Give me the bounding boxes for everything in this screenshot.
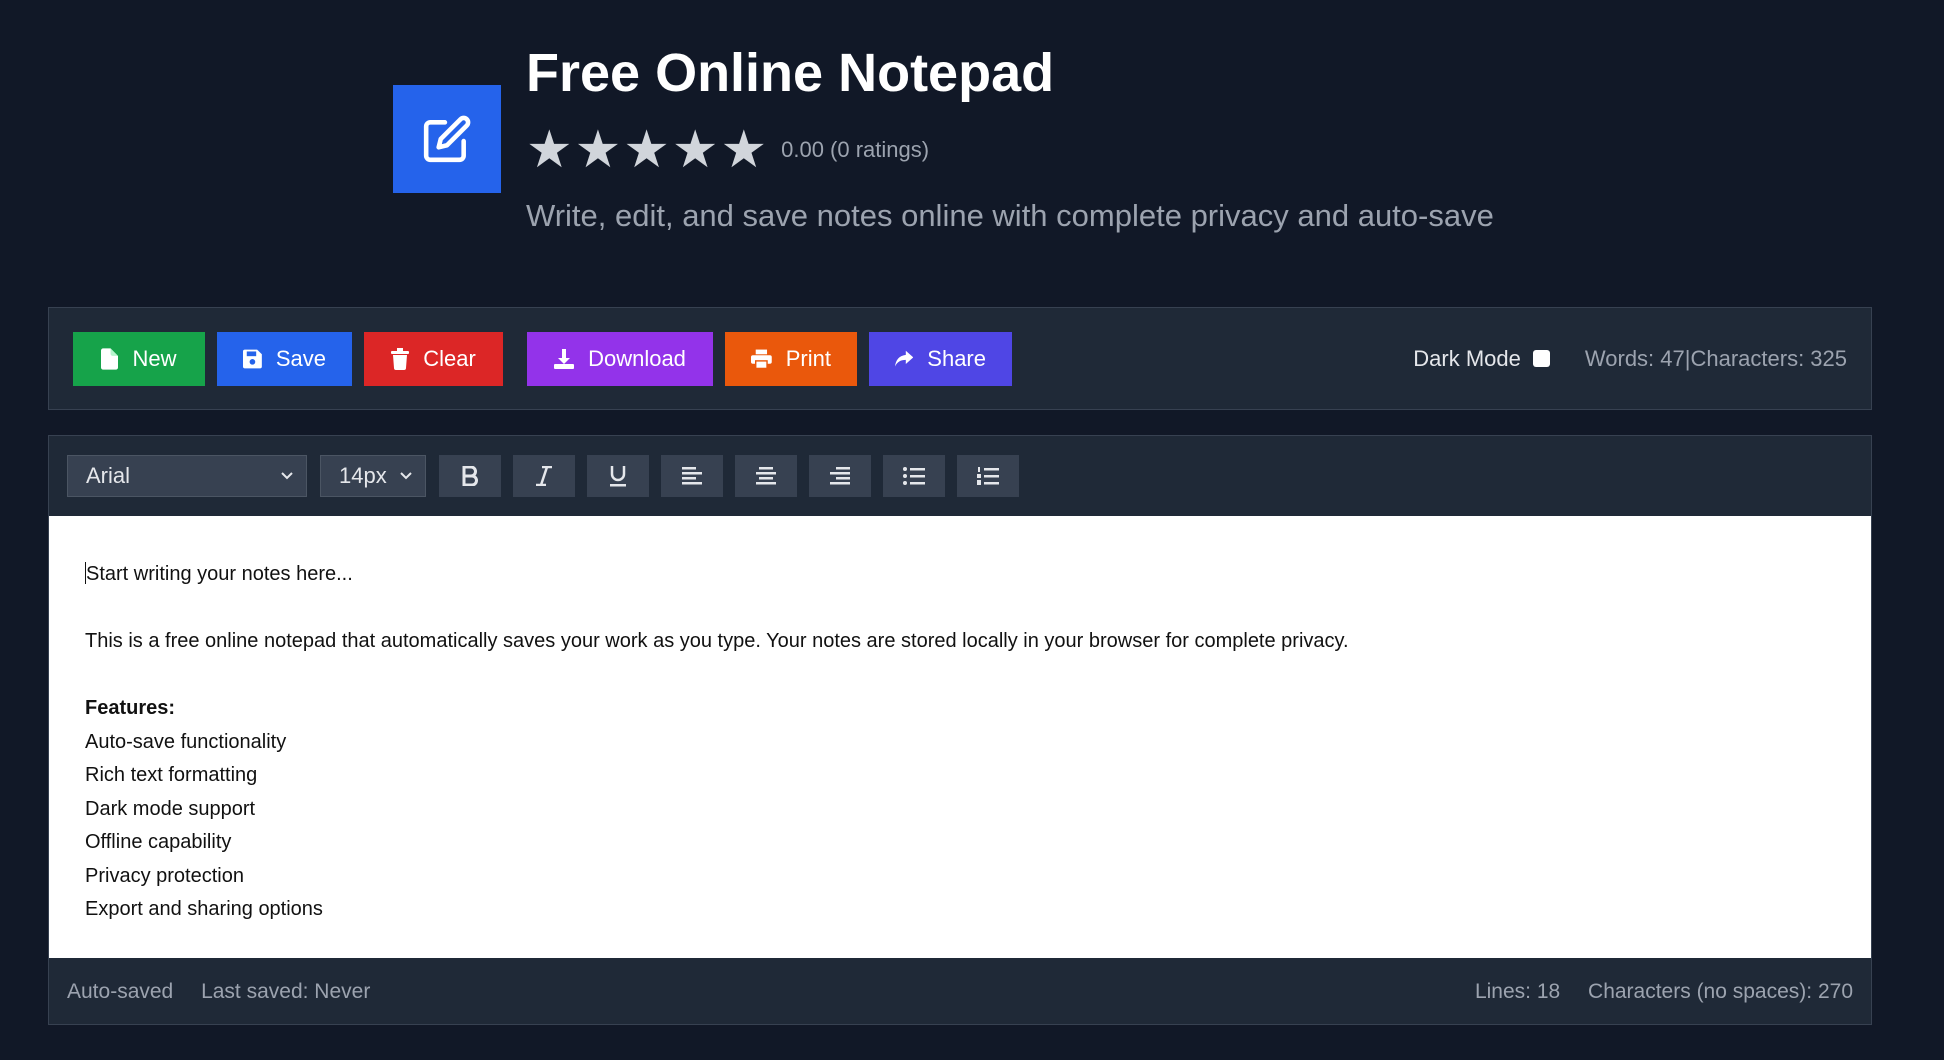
download-icon bbox=[554, 348, 575, 369]
star-icon[interactable]: ★ bbox=[526, 124, 573, 176]
rating: ★ ★ ★ ★ ★ 0.00 (0 ratings) bbox=[526, 124, 1494, 176]
feature-item: Export and sharing options bbox=[85, 898, 323, 920]
rating-text: 0.00 (0 ratings) bbox=[781, 137, 930, 162]
star-icon[interactable]: ★ bbox=[721, 124, 768, 176]
editor-line-2: This is a free online notepad that autom… bbox=[85, 630, 1349, 652]
align-center-button[interactable] bbox=[735, 455, 797, 497]
footer-left: Auto-saved Last saved: Never bbox=[67, 980, 392, 1004]
page-title: Free Online Notepad bbox=[526, 43, 1055, 103]
dark-mode-checkbox[interactable] bbox=[1532, 350, 1550, 367]
edit-icon bbox=[423, 115, 471, 163]
new-button[interactable]: New bbox=[73, 331, 205, 386]
share-button-label: Share bbox=[927, 345, 986, 371]
save-button-label: Save bbox=[275, 345, 326, 371]
print-button-label: Print bbox=[785, 345, 831, 371]
main-toolbar: New Save Clear Download Print Share Dark… bbox=[48, 307, 1872, 410]
editor-footer: Auto-saved Last saved: Never Lines: 18 C… bbox=[49, 958, 1871, 1025]
font-family-select[interactable]: Arial bbox=[67, 455, 307, 497]
feature-item: Auto-save functionality bbox=[85, 730, 287, 753]
new-button-label: New bbox=[132, 345, 177, 371]
underline-icon bbox=[610, 466, 626, 487]
line-count: Lines: 18 bbox=[1474, 979, 1561, 1003]
numbered-list-button[interactable] bbox=[957, 455, 1019, 497]
font-family-value: Arial bbox=[86, 463, 131, 488]
share-button[interactable]: Share bbox=[869, 331, 1012, 386]
numbered-list-icon bbox=[977, 467, 999, 485]
align-right-icon bbox=[830, 467, 850, 485]
footer-right: Lines: 18 Characters (no spaces): 270 bbox=[1453, 980, 1853, 1004]
star-icon[interactable]: ★ bbox=[575, 124, 622, 176]
print-button[interactable]: Print bbox=[725, 331, 857, 386]
dark-mode-label: Dark Mode bbox=[1413, 345, 1521, 371]
bold-button[interactable] bbox=[439, 455, 501, 497]
word-count: Words: 47 bbox=[1584, 345, 1685, 371]
italic-button[interactable] bbox=[513, 455, 575, 497]
download-button-label: Download bbox=[588, 345, 686, 371]
chevron-down-icon bbox=[400, 472, 412, 480]
underline-button[interactable] bbox=[587, 455, 649, 497]
chars-no-spaces: Characters (no spaces): 270 bbox=[1588, 979, 1853, 1003]
align-left-button[interactable] bbox=[661, 455, 723, 497]
format-toolbar: Arial 14px bbox=[49, 436, 1871, 516]
last-saved: Last saved: Never bbox=[201, 979, 371, 1003]
star-rating[interactable]: ★ ★ ★ ★ ★ bbox=[526, 124, 767, 176]
star-icon[interactable]: ★ bbox=[623, 124, 670, 176]
file-icon bbox=[101, 347, 119, 370]
align-left-icon bbox=[682, 467, 702, 485]
header-text: Free Online Notepad ★ ★ ★ ★ ★ 0.00 (0 ra… bbox=[526, 40, 1494, 234]
feature-item: Privacy protection bbox=[85, 864, 244, 887]
editor-line-1: Start writing your notes here... bbox=[86, 563, 353, 585]
bullet-list-button[interactable] bbox=[883, 455, 945, 497]
clear-button-label: Clear bbox=[423, 345, 476, 371]
clear-button[interactable]: Clear bbox=[364, 331, 503, 386]
feature-item: Rich text formatting bbox=[85, 764, 258, 786]
editor-line: Start writing your notes here... bbox=[85, 558, 1835, 592]
feature-item: Dark mode support bbox=[85, 797, 256, 820]
feature-item: Offline capability bbox=[85, 831, 232, 853]
trash-icon bbox=[391, 347, 410, 370]
logo bbox=[393, 85, 501, 193]
download-button[interactable]: Download bbox=[527, 331, 713, 386]
features-heading: Features: bbox=[85, 697, 176, 719]
editor-blank-line: ​ bbox=[85, 659, 1835, 693]
autosave-status: Auto-saved bbox=[67, 979, 174, 1003]
save-button[interactable]: Save bbox=[217, 331, 352, 386]
font-size-value: 14px bbox=[339, 463, 387, 488]
bold-icon bbox=[462, 466, 478, 486]
font-size-select[interactable]: 14px bbox=[320, 455, 426, 497]
share-icon bbox=[895, 350, 914, 366]
printer-icon bbox=[751, 349, 772, 369]
note-editor[interactable]: Start writing your notes here... ​ This … bbox=[49, 516, 1871, 958]
page-subtitle: Write, edit, and save notes online with … bbox=[526, 198, 1494, 233]
chevron-down-icon bbox=[281, 472, 293, 480]
align-center-icon bbox=[756, 467, 776, 485]
italic-icon bbox=[536, 466, 552, 486]
editor-panel: Arial 14px Start writing your notes here… bbox=[48, 435, 1872, 1025]
page-header: Free Online Notepad ★ ★ ★ ★ ★ 0.00 (0 ra… bbox=[393, 40, 1494, 234]
star-icon[interactable]: ★ bbox=[672, 124, 719, 176]
editor-blank-line: ​ bbox=[85, 592, 1835, 626]
character-count: Characters: 325 bbox=[1690, 345, 1847, 371]
floppy-icon bbox=[243, 349, 262, 368]
align-right-button[interactable] bbox=[809, 455, 871, 497]
toolbar-status: Dark Mode Words: 47 | Characters: 325 bbox=[1413, 346, 1847, 372]
bullet-list-icon bbox=[903, 467, 925, 485]
